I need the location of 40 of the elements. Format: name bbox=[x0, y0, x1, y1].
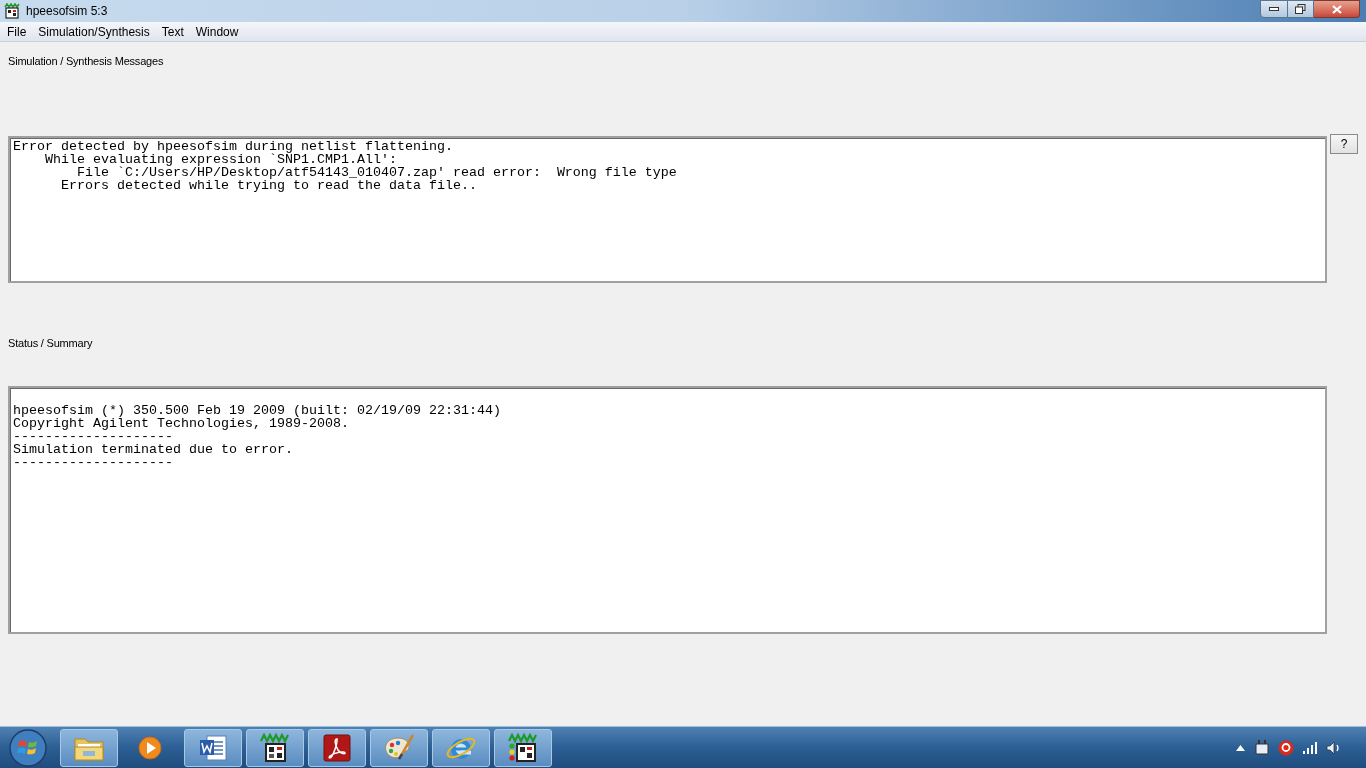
menu-item[interactable]: File bbox=[1, 25, 33, 38]
close-icon bbox=[1331, 4, 1342, 14]
minimize-button[interactable] bbox=[1260, 0, 1288, 18]
play-icon bbox=[138, 734, 164, 761]
speaker-icon[interactable] bbox=[1326, 740, 1342, 755]
palette-icon bbox=[383, 733, 415, 762]
schematic-app-icon bbox=[507, 732, 539, 763]
windows-logo-icon bbox=[9, 728, 47, 767]
restore-icon bbox=[1295, 4, 1306, 14]
tray-ring-icon[interactable] bbox=[1278, 739, 1294, 756]
minimize-icon bbox=[1269, 7, 1279, 11]
window-title: hpeesofsim 5:3 bbox=[26, 5, 108, 17]
status-line: -------------------- bbox=[13, 456, 173, 469]
maximize-button[interactable] bbox=[1288, 0, 1314, 18]
app-icon bbox=[4, 3, 20, 19]
message-line: File `C:/Users/HP/Desktop/atf54143_010407.zap' read error: Wrong file type bbox=[76, 166, 677, 179]
close-button[interactable] bbox=[1314, 0, 1360, 18]
menu-item[interactable]: Simulation/Synthesis bbox=[32, 25, 156, 38]
status-line: Copyright Agilent Technologies, 1989-2008. bbox=[13, 417, 349, 430]
taskbar-button[interactable] bbox=[494, 728, 552, 767]
power-plug-icon[interactable] bbox=[1255, 739, 1269, 756]
help-button[interactable]: ? bbox=[1330, 134, 1358, 154]
message-line: Errors detected while trying to read the data file.. bbox=[60, 179, 477, 192]
taskbar-button[interactable] bbox=[184, 728, 242, 767]
schematic-app-icon bbox=[259, 732, 291, 763]
status-line: hpeesofsim (*) 350.500 Feb 19 2009 (built: 02/19/09 22:31:44) bbox=[13, 404, 501, 417]
signal-bars-icon[interactable] bbox=[1303, 741, 1317, 754]
menu-item[interactable]: Window bbox=[189, 25, 245, 38]
section-label: Status / Summary bbox=[8, 337, 93, 349]
menu-item[interactable]: Text bbox=[155, 25, 190, 38]
pdf-icon bbox=[323, 733, 351, 762]
taskbar-button[interactable] bbox=[308, 728, 366, 767]
up-arrow-icon bbox=[1235, 744, 1245, 751]
status-line: -------------------- bbox=[13, 430, 173, 443]
message-line: Error detected by hpeesofsim during netlist flattening. bbox=[13, 140, 453, 153]
taskbar-button[interactable] bbox=[246, 728, 304, 767]
section-label: Simulation / Synthesis Messages bbox=[8, 55, 164, 67]
message-line: While evaluating expression `SNP1.CMP1.All': bbox=[44, 153, 397, 166]
status-line: Simulation terminated due to error. bbox=[13, 443, 293, 456]
document-icon bbox=[198, 733, 228, 762]
